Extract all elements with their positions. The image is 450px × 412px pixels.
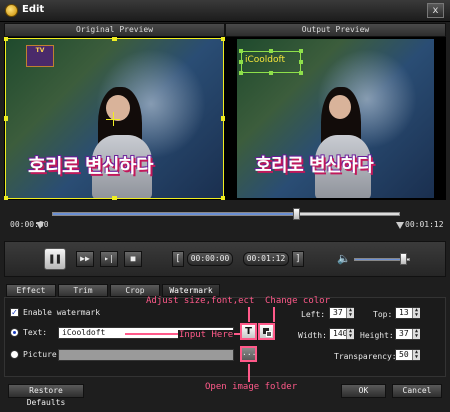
picture-radio[interactable] [10,350,19,359]
enable-watermark-checkbox[interactable]: ✓ [10,308,19,317]
transparency-label: Transparency: [334,352,397,361]
end-marker-icon[interactable] [396,222,404,229]
height-spinbox-arrows[interactable]: ▲ ▼ [412,329,420,339]
end-time-box[interactable]: 00:01:12 [243,252,289,266]
volume-slider-thumb[interactable] [400,253,408,265]
watermark-handle[interactable] [269,49,273,53]
start-time-box[interactable]: 00:00:00 [187,252,233,266]
tab-trim[interactable]: Trim [58,284,108,297]
output-preview-header: Output Preview [225,23,446,37]
height-label: Height: [360,331,394,340]
transparency-spinbox-arrows[interactable]: ▲ ▼ [412,350,420,360]
app-logo-icon [5,4,18,17]
annotation-open-folder: Open image folder [205,382,298,392]
resize-handle[interactable] [4,116,8,121]
font-settings-button[interactable]: T [240,323,257,340]
watermark-handle[interactable] [269,71,273,75]
picture-label: Picture: [23,350,62,359]
text-radio[interactable] [10,328,19,337]
pause-button[interactable]: ❚❚ [44,248,66,270]
text-label: Text: [23,328,48,337]
color-picker-button[interactable] [258,323,275,340]
annotation-change-color: Change color [265,296,331,306]
watermark-handle[interactable] [239,71,243,75]
output-preview: 호리로 변신하다 iCooldoft [225,37,446,200]
left-label: Left: [301,310,326,319]
original-preview: TV 호리로 변신하다 [4,37,225,200]
width-spinbox-arrows[interactable]: ▲ ▼ [346,329,354,339]
annotation-adjust: Adjust size,font,ect [146,296,255,306]
enable-watermark-label: Enable watermark [23,308,101,317]
crosshair-icon [113,112,114,126]
left-spinbox-arrows[interactable]: ▲ ▼ [346,308,354,318]
stop-button[interactable]: ■ [124,251,142,267]
start-marker-icon[interactable] [36,222,44,229]
timeline-slider-thumb[interactable] [292,208,300,220]
watermark-handle[interactable] [239,49,243,53]
annotation-arrow [273,307,275,322]
resize-handle[interactable] [112,196,117,200]
restore-defaults-button[interactable]: Restore Defaults [8,384,84,407]
close-button[interactable]: x [427,3,444,18]
browse-picture-button[interactable]: ... [240,346,257,362]
set-end-button[interactable]: ] [292,251,304,267]
watermark-handle[interactable] [299,49,303,53]
resize-handle[interactable] [4,196,8,200]
fast-forward-button[interactable]: ▶▶ [76,251,94,267]
set-start-button[interactable]: [ [172,251,184,267]
cancel-button[interactable]: Cancel [392,384,442,398]
top-spinbox-arrows[interactable]: ▲ ▼ [412,308,420,318]
watermark-handle[interactable] [299,71,303,75]
watermark-overlay-text: iCooldoft [245,55,286,65]
tab-effect[interactable]: Effect [6,284,56,297]
annotation-input-here: Input Here [178,330,235,340]
original-preview-header: Original Preview [4,23,225,37]
annotation-arrow [248,307,250,322]
color-swatch-icon [266,331,272,337]
watermark-handle[interactable] [299,60,303,64]
next-frame-button[interactable]: ▸| [100,251,118,267]
resize-handle[interactable] [112,37,117,41]
timeline-track[interactable] [52,212,400,216]
end-time: 00:01:12 [405,220,444,229]
annotation-arrow [248,364,250,382]
timeline-area [4,201,446,239]
window-title: Edit [22,4,45,15]
ok-button[interactable]: OK [341,384,386,398]
top-label: Top: [373,310,393,319]
picture-path-input[interactable] [58,349,234,361]
width-label: Width: [298,331,327,340]
speaker-icon[interactable]: 🔈 [337,252,351,266]
output-video-caption: 호리로 변신하다 [255,155,374,176]
title-bar [0,0,450,22]
resize-handle[interactable] [4,37,8,41]
watermark-handle[interactable] [239,60,243,64]
